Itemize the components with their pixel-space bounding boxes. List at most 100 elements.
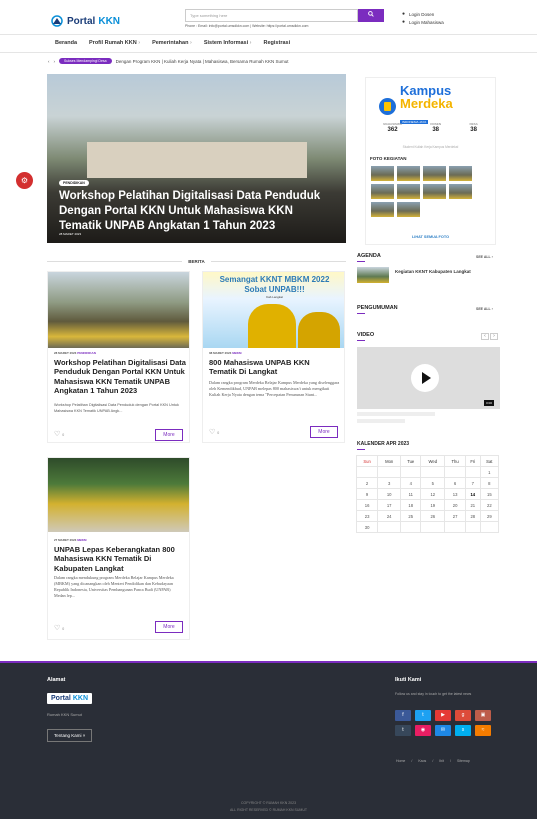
calendar-day-cell[interactable]: 22 [479,499,500,511]
search-button[interactable] [358,9,384,22]
agenda-item[interactable]: Kegiatan KKNT Kabupaten Langkat [395,269,471,274]
nav-item-profil[interactable]: Profil Rumah KKN › [89,40,140,46]
login-mahasiswa-link[interactable]: ● Login Mahasiswa [402,19,444,25]
gallery-thumb[interactable] [397,202,420,217]
calendar-day-cell[interactable]: 14 [464,488,481,500]
nav-item-sistem-informasi[interactable]: Sistem Informasi › [204,40,252,46]
email-icon[interactable]: ✉ [435,725,451,736]
dribbble-icon[interactable]: ◉ [415,725,431,736]
calendar-day-cell[interactable]: 17 [377,499,402,511]
video-next-button[interactable]: › [490,333,498,340]
calendar-day-cell[interactable]: 28 [464,510,481,522]
footer-link-sitemap[interactable]: Sitemap [457,759,470,763]
twitter-icon[interactable]: t [415,710,431,721]
footer-link-home[interactable]: Home [396,759,405,763]
footer-link-kaos[interactable]: Kaos [418,759,426,763]
gallery-thumb[interactable] [397,184,420,199]
calendar-day-cell[interactable]: 2 [355,477,379,489]
site-footer: Alamat Portal KKN Rumah KKN Sumut Tentan… [0,661,537,819]
calendar-day-cell[interactable]: 19 [420,499,446,511]
site-logo[interactable]: Portal KKN [50,12,120,30]
rss-icon[interactable]: ≈ [475,725,491,736]
calendar-day-cell[interactable]: 5 [420,477,446,489]
gallery-thumb[interactable] [371,202,394,217]
news-card[interactable]: 27 MARET 2023 MBKM UNPAB Lepas Keberangk… [47,457,190,640]
news-card[interactable]: 28 MARET 2023 PENDIDIKAN Workshop Pelati… [47,271,190,443]
calendar-day-cell[interactable]: 15 [479,488,500,500]
calendar-day-cell[interactable]: 6 [444,477,466,489]
calendar-day-cell[interactable]: 27 [444,510,466,522]
news-card[interactable]: Semangat KKNT MBKM 2022 Sobat UNPAB!!! K… [202,271,345,443]
nav-item-beranda[interactable]: Beranda [55,40,77,46]
see-all-photos-link[interactable]: LIHAT SEMUA FOTO [366,235,495,239]
news-title[interactable]: UNPAB Lepas Keberangkatan 800 Mahasiswa … [54,545,188,573]
news-title[interactable]: Workshop Pelatihan Digitalisasi Data Pen… [54,358,188,396]
gallery-thumb[interactable] [423,184,446,199]
video-prev-button[interactable]: ‹ [481,333,489,340]
more-button[interactable]: More [310,426,338,438]
pengumuman-see-all[interactable]: SEE ALL › [476,307,493,311]
more-button[interactable]: More [155,621,183,633]
news-title[interactable]: 800 Mahasiswa UNPAB KKN Tematik Di Langk… [209,358,339,377]
gallery-thumb[interactable] [449,184,472,199]
gallery-thumb[interactable] [423,166,446,181]
calendar-day-cell[interactable]: 12 [420,488,446,500]
agenda-see-all[interactable]: SEE ALL › [476,255,493,259]
login-dosen-link[interactable]: ● Login Dosen [402,11,434,17]
nav-item-pemerintahan[interactable]: Pemerintahan › [152,40,192,46]
hero-banner[interactable]: PENDIDIKAN Workshop Pelatihan Digitalisa… [47,74,346,243]
chevron-left-icon[interactable]: ‹ [48,59,50,64]
calendar-day-cell[interactable]: 7 [464,477,481,489]
breadcrumb-tag[interactable]: Sukses Mendampingi Desa [59,58,112,64]
more-button[interactable]: More [155,429,183,441]
gallery-thumb[interactable] [371,184,394,199]
agenda-thumb[interactable] [357,267,389,283]
play-icon[interactable] [411,364,439,392]
tumblr-icon[interactable]: t [395,725,411,736]
calendar-day-cell[interactable]: 24 [377,510,402,522]
calendar-day-cell[interactable]: 9 [355,488,379,500]
calendar-day-cell[interactable]: 3 [377,477,402,489]
calendar-day-cell[interactable]: 26 [420,510,446,522]
nav-item-registrasi[interactable]: Registrasi [264,40,291,46]
gallery-thumb[interactable] [449,166,472,181]
calendar-day-cell[interactable]: 8 [479,477,500,489]
gallery-thumb[interactable] [397,166,420,181]
like-button[interactable]: ♡ 0 [54,624,64,632]
calendar-day-cell[interactable]: 11 [400,488,422,500]
like-button[interactable]: ♡ 0 [54,430,64,438]
calendar-day-cell[interactable]: 16 [355,499,379,511]
google-plus-icon[interactable]: g [455,710,471,721]
news-category[interactable]: MBKM [77,538,86,542]
search-input[interactable]: Type something here [185,9,358,22]
calendar-day-cell[interactable]: 18 [400,499,422,511]
calendar-day-cell[interactable]: 21 [464,499,481,511]
calendar-day-cell[interactable]: 20 [444,499,466,511]
berita-section-header: BERITA [47,258,347,264]
hero-title[interactable]: Workshop Pelatihan Digitalisasi Data Pen… [59,189,324,234]
instagram-icon[interactable]: ▣ [475,710,491,721]
news-category[interactable]: PENDIDIKAN [77,351,96,355]
calendar-day-cell[interactable]: 23 [355,510,379,522]
about-us-button[interactable]: Tentang Kami × [47,729,93,742]
calendar-day-cell[interactable]: 25 [400,510,422,522]
like-button[interactable]: ♡ 0 [209,428,219,436]
video-player[interactable]: 0:00 [357,347,500,409]
gallery-thumb[interactable] [371,166,394,181]
youtube-icon[interactable]: ▶ [435,710,451,721]
news-category[interactable]: MBKM [232,351,241,355]
news-image [48,272,189,348]
calendar-day-cell[interactable]: 10 [377,488,402,500]
floating-action-button[interactable]: ⚙ [16,172,33,189]
calendar-day-cell[interactable]: 13 [444,488,466,500]
chevron-right-icon[interactable]: › [54,59,56,64]
calendar-day-cell[interactable]: 29 [479,510,500,522]
facebook-icon[interactable]: f [395,710,411,721]
calendar-day-cell[interactable]: 1 [479,466,500,478]
hero-category-badge[interactable]: PENDIDIKAN [59,180,89,186]
calendar-day-cell[interactable]: 4 [400,477,422,489]
calendar-day-cell[interactable]: 30 [355,521,379,533]
skype-icon[interactable]: s [455,725,471,736]
footer-logo[interactable]: Portal KKN [47,693,93,704]
footer-link-ibit[interactable]: Ibit [439,759,444,763]
